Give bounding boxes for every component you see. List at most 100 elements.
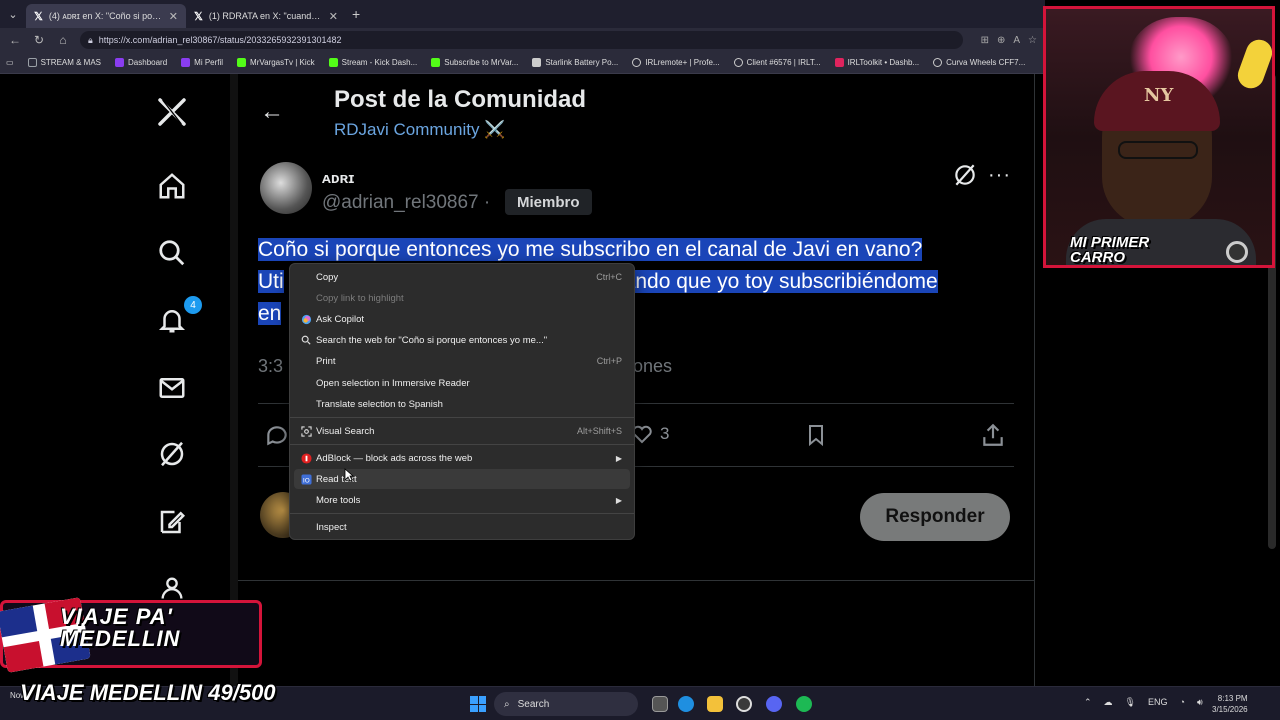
bookmark-item[interactable]: IRLremote+ | Profe... — [632, 58, 720, 67]
notifications-bell-icon[interactable]: 4 — [154, 296, 202, 338]
bookmark-item[interactable]: Subscribe to MrVar... — [431, 58, 518, 67]
read-aloud-icon[interactable]: A — [1013, 35, 1020, 46]
file-explorer-icon[interactable] — [707, 696, 723, 712]
language-indicator[interactable]: ENG — [1148, 697, 1168, 708]
scrollbar-left[interactable] — [230, 74, 238, 686]
wifi-icon[interactable]: ◔ — [1180, 697, 1185, 708]
menu-item-more-tools[interactable]: More tools ▶ — [294, 490, 630, 510]
close-icon[interactable]: ✕ — [169, 10, 178, 23]
home-icon[interactable] — [154, 168, 190, 204]
bookmark-label: STREAM & MAS — [40, 58, 102, 67]
bookmark-item[interactable]: Stream - Kick Dash... — [328, 58, 417, 67]
grok-icon[interactable] — [154, 436, 190, 472]
page-title: Post de la Comunidad — [334, 86, 587, 113]
menu-item-inspect[interactable]: Inspect — [294, 517, 630, 537]
compose-post-icon[interactable] — [154, 504, 190, 540]
bookmark-item[interactable]: IRLToolkit • Dashb... — [834, 58, 919, 67]
volume-icon[interactable]: 🔊︎ — [1197, 697, 1203, 708]
reading-list-icon[interactable]: ▭ — [6, 58, 14, 67]
url-input[interactable]: 🔒︎ https://x.com/adrian_rel30867/status/… — [80, 31, 963, 49]
tab-title: (1) RDRATA en X: "cuando están h... — [208, 11, 323, 21]
promo-title-line: MEDELLIN — [60, 626, 181, 651]
edge-browser-icon[interactable] — [678, 696, 694, 712]
task-view-icon[interactable] — [652, 696, 668, 712]
post-text-line: Uti — [258, 270, 284, 293]
menu-item-visual-search[interactable]: Visual Search Alt+Shift+S — [294, 421, 630, 441]
windows-start-icon[interactable] — [470, 696, 486, 712]
starlink-icon — [532, 58, 542, 67]
kick-icon — [328, 58, 338, 67]
spotify-icon[interactable] — [796, 696, 812, 712]
menu-item-label: Print — [316, 355, 336, 367]
menu-item-immersive-reader[interactable]: Open selection in Immersive Reader — [294, 373, 630, 393]
browser-tab-active[interactable]: 𝕏 (4) ᴀᴅʀɪ en X: "Coño si porque ent... … — [26, 4, 186, 28]
streamer-glasses — [1118, 141, 1198, 159]
column-divider — [1034, 74, 1035, 686]
search-icon[interactable] — [154, 235, 190, 271]
back-arrow-icon[interactable]: ← — [8, 33, 22, 47]
like-action[interactable]: 3 — [630, 422, 669, 446]
bookmark-item[interactable]: MrVargasTv | Kick — [237, 58, 315, 67]
bookmark-item[interactable]: Dashboard — [115, 58, 167, 67]
browser-tab[interactable]: 𝕏 (1) RDRATA en X: "cuando están h... ✕ — [186, 4, 346, 28]
menu-item-label: Copy link to highlight — [316, 292, 404, 304]
discord-icon[interactable] — [766, 696, 782, 712]
chevron-up-icon[interactable]: ⌃ — [1084, 697, 1092, 708]
favorite-star-icon[interactable]: ☆ — [1028, 35, 1037, 46]
shortcut-label: Ctrl+C — [596, 272, 622, 282]
reply-icon — [267, 426, 287, 446]
bookmark-item[interactable]: Curva Wheels CFF7... — [933, 58, 1025, 67]
new-tab-button[interactable]: + — [352, 6, 360, 22]
bookmark-item[interactable]: Client #6576 | IRLT... — [733, 58, 821, 67]
menu-item-label: More tools — [316, 494, 361, 506]
share-action[interactable] — [980, 422, 1006, 448]
cap-logo: NY — [1144, 85, 1174, 106]
bookmark-label: MrVargasTv | Kick — [250, 58, 315, 67]
menu-item-translate[interactable]: Translate selection to Spanish — [294, 394, 630, 414]
x-logo-icon[interactable] — [154, 94, 190, 130]
bookmark-item[interactable]: Starlink Battery Po... — [532, 58, 618, 67]
wheel-icon — [933, 58, 943, 67]
menu-item-adblock[interactable]: AdBlock — block ads across the web ▶ — [294, 448, 630, 468]
post-timestamp[interactable]: 3:3 — [258, 356, 283, 377]
network-icon[interactable]: ☁ — [1104, 697, 1113, 708]
post-views-label: ones — [633, 356, 673, 376]
bookmark-label: Curva Wheels CFF7... — [946, 58, 1026, 67]
menu-item-label: Search the web for "Coño si porque enton… — [316, 334, 548, 346]
read-text-icon: IO — [300, 473, 312, 485]
author-name[interactable]: ᴀᴅʀɪ — [322, 170, 354, 187]
reply-button[interactable]: Responder — [860, 493, 1010, 541]
app-available-icon[interactable]: ⊞ — [981, 35, 989, 46]
bookmark-label: Mi Perfil — [194, 58, 224, 67]
close-icon[interactable]: ✕ — [329, 10, 338, 23]
taskbar-search[interactable]: ⌕ Search — [494, 692, 638, 716]
submenu-arrow-icon: ▶ — [615, 453, 622, 463]
wheel-icon — [1226, 241, 1248, 263]
bookmark-action[interactable] — [804, 422, 828, 448]
clock[interactable]: 8:13 PM 3/15/2026 — [1212, 693, 1248, 715]
menu-item-search-web[interactable]: Search the web for "Coño si porque enton… — [294, 330, 630, 350]
reply-action[interactable] — [264, 422, 290, 448]
more-options-icon[interactable]: ··· — [988, 164, 1011, 187]
microphone-icon[interactable]: 🎙︎ — [1125, 697, 1136, 708]
twitch-icon — [181, 58, 191, 67]
menu-item-copy[interactable]: Copy Ctrl+C — [294, 267, 630, 287]
obs-icon[interactable] — [736, 696, 752, 712]
messages-mail-icon[interactable] — [154, 370, 190, 406]
bookmark-label: Dashboard — [128, 58, 168, 67]
menu-item-ask-copilot[interactable]: Ask Copilot — [294, 309, 630, 329]
bookmark-item[interactable]: STREAM & MAS — [27, 58, 102, 67]
bookmark-item[interactable]: Mi Perfil — [181, 58, 223, 67]
back-arrow-icon[interactable]: ← — [260, 98, 284, 126]
reload-icon[interactable]: ↻ — [32, 33, 46, 47]
menu-item-print[interactable]: Print Ctrl+P — [294, 351, 630, 371]
community-link[interactable]: RDJavi Community ⚔️ — [334, 120, 505, 140]
grok-explain-icon[interactable] — [952, 162, 978, 193]
clock-date: 3/15/2026 — [1212, 705, 1248, 714]
home-icon[interactable]: ⌂ — [56, 33, 70, 47]
author-avatar[interactable] — [260, 162, 312, 214]
bookmark-label: IRLremote+ | Profe... — [645, 58, 720, 67]
author-handle[interactable]: @adrian_rel30867 · — [322, 192, 490, 214]
tab-actions-chevron-icon[interactable]: ⌄ — [0, 0, 26, 28]
zoom-icon[interactable]: ⊕ — [997, 35, 1005, 46]
